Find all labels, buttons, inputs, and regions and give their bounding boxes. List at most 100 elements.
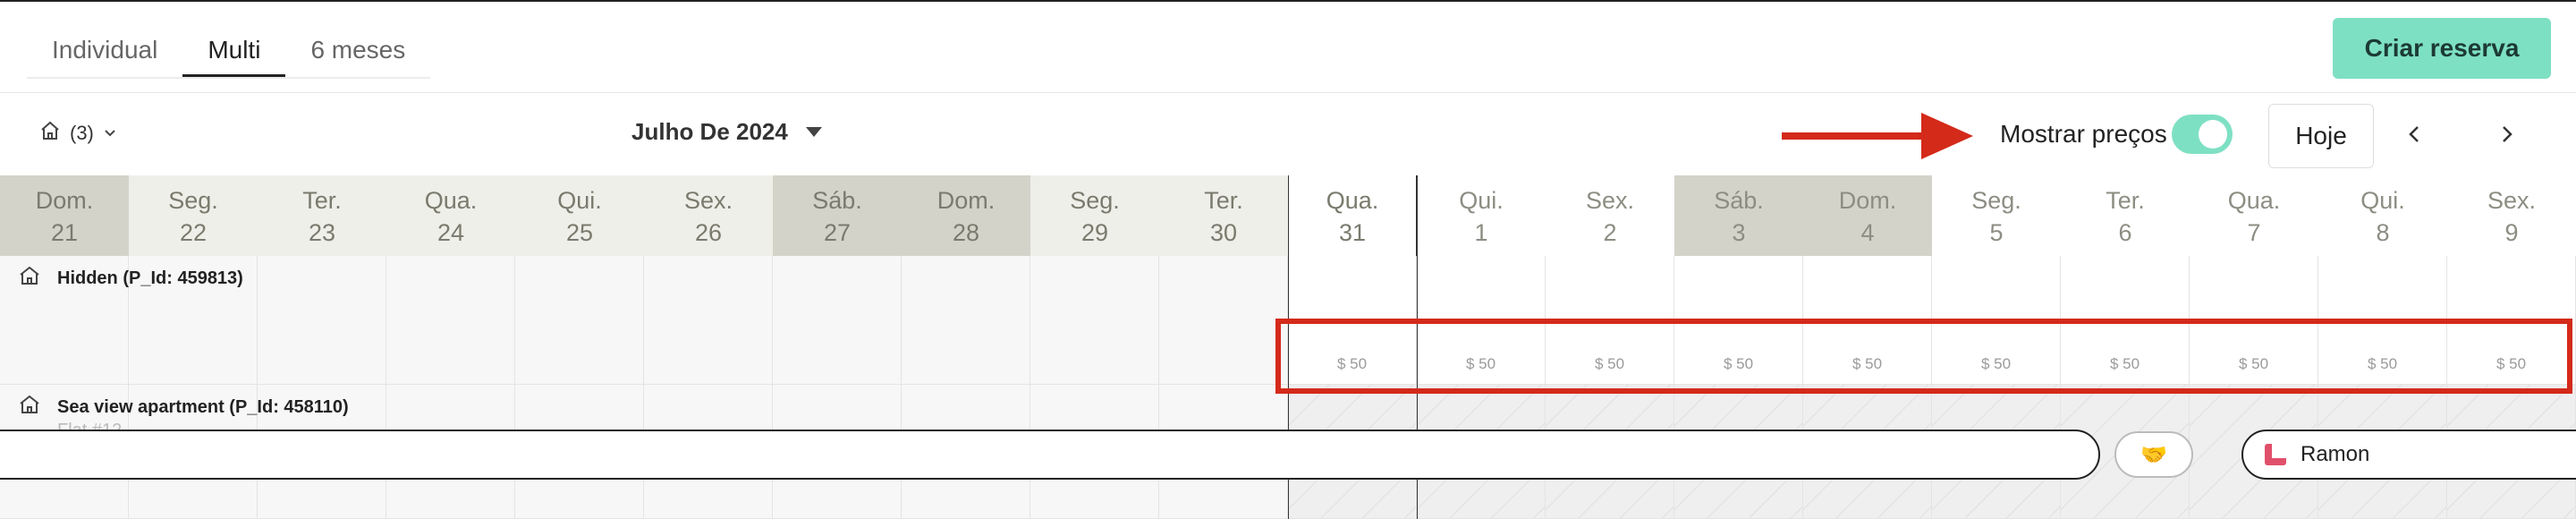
calendar-cell[interactable] [1030, 256, 1159, 385]
day-header: Sex. 26 [644, 175, 773, 256]
day-number: 31 [1338, 219, 1367, 246]
day-header: Ter. 23 [258, 175, 386, 256]
tab-6-meses[interactable]: 6 meses [285, 25, 430, 77]
day-number: 29 [1080, 219, 1109, 246]
day-header: Sáb. 3 [1674, 175, 1803, 256]
day-name: Ter. [2106, 187, 2145, 214]
day-header: Ter. 6 [2061, 175, 2190, 256]
day-name: Dom. [936, 187, 996, 214]
day-name: Sex. [1585, 187, 1635, 214]
day-name: Dom. [35, 187, 94, 214]
day-header: Qua. 31 [1288, 175, 1417, 256]
house-icon [18, 265, 41, 292]
day-header: Sex. 2 [1546, 175, 1674, 256]
tab-multi[interactable]: Multi [182, 25, 286, 77]
calendar-cell[interactable] [258, 256, 386, 385]
day-name: Sáb. [812, 187, 862, 214]
day-name: Sex. [683, 187, 733, 214]
calendar-cell[interactable] [515, 256, 644, 385]
property-name: Sea view apartment (P_Id: 458110) [57, 396, 349, 417]
show-prices-label: Mostrar preços [2000, 120, 2167, 148]
create-reservation-button[interactable]: Criar reserva [2333, 18, 2551, 79]
calendar-cell[interactable] [386, 256, 515, 385]
day-name: Qua. [424, 187, 478, 214]
day-number: 25 [565, 219, 594, 246]
property-row-hidden[interactable]: Hidden (P_Id: 459813) [18, 265, 243, 292]
day-header: Seg. 22 [129, 175, 258, 256]
day-name: Sex. [2487, 187, 2537, 214]
price-highlight-annotation [1275, 319, 2572, 394]
house-icon [39, 120, 61, 147]
day-name: Ter. [302, 187, 342, 214]
day-name: Dom. [1838, 187, 1897, 214]
red-arrow-annotation [1782, 113, 1975, 164]
day-number: 21 [50, 219, 79, 246]
booking-guest-name: Ramon [2301, 442, 2370, 466]
calendar-toolbar: (3) Julho De 2024 Mostrar preços Hoje [0, 93, 2576, 175]
property-filter-count: (3) [70, 122, 94, 144]
month-selector[interactable]: Julho De 2024 [631, 118, 822, 146]
day-number: 8 [2376, 219, 2390, 246]
day-header: Seg. 5 [1932, 175, 2061, 256]
day-header: Qua. 7 [2190, 175, 2318, 256]
day-name: Qua. [1326, 187, 1379, 214]
day-number: 5 [1989, 219, 2004, 246]
day-header: Qui. 1 [1417, 175, 1546, 256]
property-row-sea-view[interactable]: Sea view apartment (P_Id: 458110) [18, 394, 349, 421]
caret-down-icon [805, 127, 822, 137]
booking-bar[interactable] [0, 430, 2100, 480]
house-icon [18, 394, 41, 421]
day-name: Qui. [557, 187, 602, 214]
previous-icon[interactable] [2395, 115, 2435, 154]
tab-individual[interactable]: Individual [27, 25, 182, 77]
show-prices-toggle[interactable] [2172, 115, 2233, 154]
month-label: Julho De 2024 [631, 118, 788, 145]
day-number: 6 [2118, 219, 2132, 246]
day-name: Sáb. [1714, 187, 1764, 214]
day-number: 1 [1474, 219, 1488, 246]
day-number: 2 [1603, 219, 1617, 246]
day-number: 27 [823, 219, 852, 246]
next-icon[interactable] [2487, 115, 2526, 154]
day-header: Qui. 8 [2318, 175, 2447, 256]
day-number: 28 [952, 219, 980, 246]
day-number: 3 [1732, 219, 1746, 246]
day-header: Qui. 25 [515, 175, 644, 256]
today-button[interactable]: Hoje [2268, 104, 2374, 168]
day-number: 24 [436, 219, 465, 246]
handshake-icon[interactable]: 🤝 [2114, 431, 2193, 478]
property-filter[interactable]: (3) [39, 120, 117, 147]
top-bar: Individual Multi 6 meses Criar reserva [0, 0, 2576, 93]
property-name: Hidden (P_Id: 459813) [57, 268, 243, 288]
day-header: Sex. 9 [2447, 175, 2576, 256]
day-number: 23 [308, 219, 336, 246]
calendar-cell[interactable] [1159, 256, 1288, 385]
day-header: Dom. 4 [1803, 175, 1932, 256]
day-header: Qua. 24 [386, 175, 515, 256]
view-tabs: Individual Multi 6 meses [27, 25, 431, 79]
calendar-cell[interactable] [902, 256, 1030, 385]
day-number: 30 [1209, 219, 1238, 246]
day-name: Qui. [1459, 187, 1504, 214]
day-number: 22 [179, 219, 208, 246]
day-number: 7 [2247, 219, 2261, 246]
toggle-knob [2199, 120, 2227, 149]
day-header: Dom. 21 [0, 175, 129, 256]
booking-ramon[interactable]: Ramon [2241, 430, 2576, 480]
day-number: 9 [2504, 219, 2519, 246]
day-name: Seg. [168, 187, 218, 214]
day-name: Seg. [1070, 187, 1120, 214]
calendar-cell[interactable] [644, 256, 773, 385]
calendar-cell[interactable] [773, 256, 902, 385]
day-name: Seg. [1971, 187, 2021, 214]
day-name: Qua. [2227, 187, 2281, 214]
day-name: Ter. [1204, 187, 1243, 214]
day-header: Sáb. 27 [773, 175, 902, 256]
day-header: Dom. 28 [902, 175, 1030, 256]
day-number: 26 [694, 219, 723, 246]
day-name: Qui. [2360, 187, 2405, 214]
day-header: Seg. 29 [1030, 175, 1159, 256]
day-number: 4 [1860, 219, 1875, 246]
chevron-down-icon [103, 122, 117, 145]
day-header: Ter. 30 [1159, 175, 1288, 256]
